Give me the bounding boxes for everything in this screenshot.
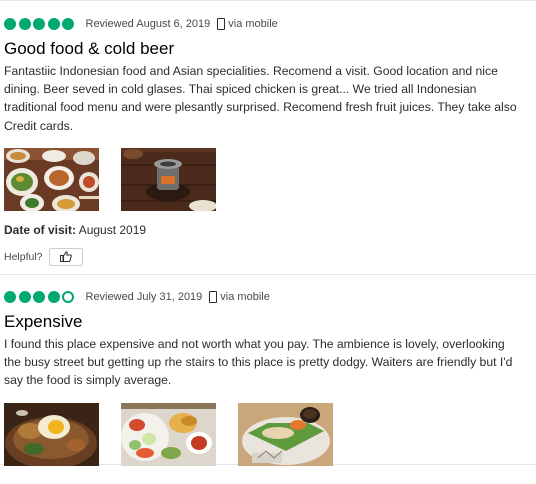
fish-banana-leaf-photo[interactable] (238, 402, 333, 466)
via-mobile: via mobile (209, 291, 270, 303)
review-title[interactable]: Good food & cold beer (4, 38, 528, 60)
review-card: Reviewed July 31, 2019 via mobile Expens… (0, 275, 536, 466)
review-meta: Reviewed July 31, 2019 via mobile (4, 286, 528, 308)
review-date: Reviewed July 31, 2019 (85, 291, 203, 303)
helpful-label: Helpful? (4, 250, 43, 263)
date-of-visit-value: August 2019 (78, 222, 147, 237)
rating-bubbles (4, 18, 77, 30)
rating-bubbles (4, 291, 77, 303)
review-title[interactable]: Expensive (4, 311, 528, 333)
rating-bubble-icon (18, 18, 31, 30)
mobile-phone-icon (209, 291, 218, 303)
helpful-row: Helpful? (4, 247, 528, 266)
review-body: Fantastiic Indonesian food and Asian spe… (4, 64, 517, 133)
via-mobile-label: via mobile (228, 18, 278, 30)
rating-bubble-icon (4, 18, 16, 30)
clay-pot-grill-photo[interactable] (121, 147, 216, 211)
review-photos (4, 147, 528, 211)
fried-egg-rice-bowl-photo[interactable] (4, 402, 99, 466)
helpful-button[interactable] (48, 247, 83, 266)
salad-plate-photo[interactable] (121, 402, 216, 466)
rating-bubble-icon (33, 18, 45, 30)
rating-bubble-empty-icon (62, 291, 74, 303)
rating-bubble-icon (62, 18, 74, 30)
rating-bubble-icon (18, 291, 31, 303)
rating-bubble-icon (47, 291, 60, 303)
via-mobile: via mobile (217, 18, 278, 30)
review-card: Reviewed August 6, 2019 via mobile Good … (0, 0, 536, 275)
via-mobile-label: via mobile (220, 291, 270, 303)
food-platter-photo[interactable] (4, 147, 99, 211)
review-date: Reviewed August 6, 2019 (85, 18, 211, 30)
rating-bubble-icon (33, 291, 45, 303)
date-of-visit: Date of visit: August 2019 (4, 223, 528, 237)
review-body: I found this place expensive and not wor… (4, 337, 513, 388)
review-meta: Reviewed August 6, 2019 via mobile (4, 13, 528, 35)
rating-bubble-icon (4, 291, 16, 303)
mobile-phone-icon (217, 18, 226, 30)
rating-bubble-icon (47, 18, 60, 30)
thumbs-up-icon (59, 251, 72, 263)
date-of-visit-label: Date of visit: (4, 222, 77, 237)
review-photos (4, 402, 528, 466)
